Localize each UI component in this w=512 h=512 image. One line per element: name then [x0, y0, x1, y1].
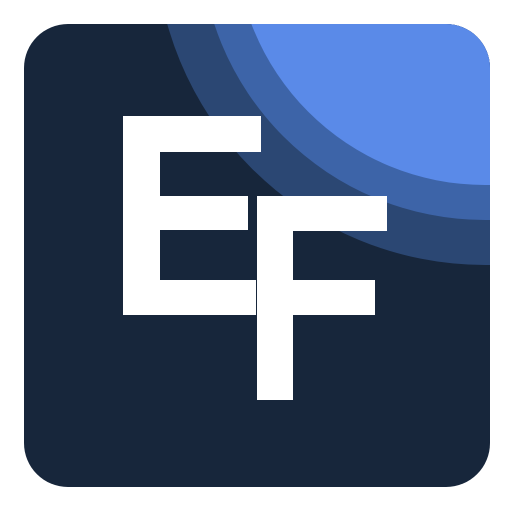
ef-app-icon — [24, 24, 490, 487]
monogram-f-middle-bar — [257, 280, 375, 315]
monogram-e-middle-bar — [123, 196, 248, 230]
monogram-e-bottom-bar — [123, 280, 256, 315]
app-icon-stage — [0, 0, 512, 512]
monogram-f-top-bar — [257, 196, 387, 231]
monogram-e-top-bar — [123, 116, 261, 152]
